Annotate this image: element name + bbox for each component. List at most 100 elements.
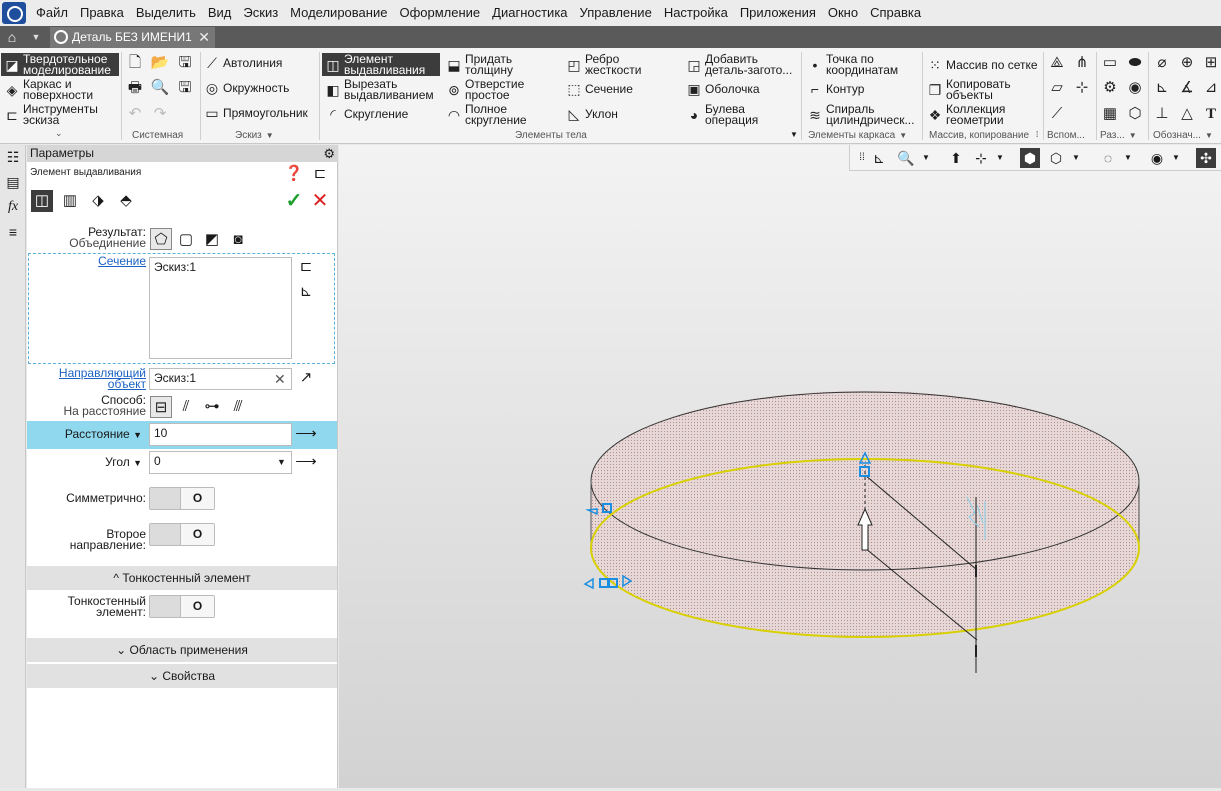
coordinate-system-icon[interactable]: ⊹: [1072, 78, 1092, 98]
zoom-icon[interactable]: 🔍: [896, 148, 916, 168]
tab-list-dropdown-icon[interactable]: ▼: [28, 28, 44, 46]
guide-object-link[interactable]: Направляющий объект: [27, 367, 146, 390]
axis-icon[interactable]: ⋔: [1072, 53, 1092, 73]
result-new-body-icon[interactable]: ▢: [175, 229, 197, 251]
undo-icon[interactable]: ↶: [125, 104, 145, 124]
visibility-dropdown-icon[interactable]: ▼: [1170, 148, 1182, 168]
add-blank-part-button[interactable]: ◲ Добавить деталь-загото...: [686, 53, 792, 76]
mode-frame-surfaces[interactable]: ◈ Каркас и поверхности: [1, 78, 119, 101]
fillet-button[interactable]: ◜ Скругление: [325, 106, 408, 122]
home-icon[interactable]: ⌂: [3, 28, 21, 46]
redo-icon[interactable]: ↷: [150, 104, 170, 124]
distance-field[interactable]: 10: [149, 423, 292, 446]
menu-file[interactable]: Файл: [30, 0, 74, 26]
tree-view-icon[interactable]: ⊏: [309, 163, 331, 185]
circle-button[interactable]: ◎ Окружность: [204, 80, 289, 96]
rectangle-button[interactable]: ▭ Прямоугольник: [204, 105, 307, 121]
menu-view[interactable]: Вид: [202, 0, 238, 26]
thin-wall-toggle[interactable]: O: [149, 595, 215, 618]
roughness-icon[interactable]: ⊥: [1152, 104, 1172, 124]
properties-section-header[interactable]: ⌄ Свойства: [27, 664, 337, 688]
zoom-dropdown-icon[interactable]: ▼: [920, 148, 932, 168]
angle-dimension-icon[interactable]: ∡: [1177, 78, 1197, 98]
thread-icon[interactable]: ⌀: [1152, 53, 1172, 73]
visibility-icon[interactable]: ◉: [1147, 148, 1167, 168]
close-tab-icon[interactable]: ✕: [198, 27, 210, 48]
hide-dropdown-icon[interactable]: ▼: [1122, 148, 1134, 168]
section-button[interactable]: ⬚ Сечение: [566, 81, 633, 97]
group-title-frame[interactable]: Элементы каркаса ▼: [808, 130, 907, 142]
group-title-oboz[interactable]: Обознач... ▼: [1153, 130, 1213, 142]
section-link[interactable]: Сечение: [27, 255, 146, 267]
hide-objects-icon[interactable]: ◌: [1098, 148, 1118, 168]
text-icon[interactable]: T: [1201, 104, 1221, 124]
dimension-icon[interactable]: ⊾: [1152, 78, 1172, 98]
tab-properties[interactable]: ⬘: [115, 190, 137, 212]
new-document-icon[interactable]: 🗋: [125, 53, 145, 73]
method-distance-icon[interactable]: ⊟: [150, 396, 172, 418]
split-face-icon[interactable]: ⚙: [1100, 78, 1120, 98]
split-body-icon[interactable]: ⬬: [1125, 53, 1145, 73]
menu-manage[interactable]: Управление: [574, 0, 658, 26]
cancel-x-icon[interactable]: ✕: [309, 190, 331, 212]
print-icon[interactable]: 🖶: [125, 78, 145, 98]
menu-settings[interactable]: Настройка: [658, 0, 734, 26]
cut-extrude-button[interactable]: ◧ Вырезать выдавливанием: [325, 78, 433, 101]
second-direction-toggle[interactable]: O: [149, 523, 215, 546]
display-mode-dropdown-icon[interactable]: ▼: [1070, 148, 1082, 168]
menu-window[interactable]: Окно: [822, 0, 864, 26]
menu-diagnostics[interactable]: Диагностика: [486, 0, 573, 26]
confirm-checkmark-icon[interactable]: ✓: [283, 190, 305, 212]
method-through-all-icon[interactable]: ⫽: [175, 396, 197, 418]
mode-solid-modeling[interactable]: ◪ Твердотельное моделирование: [1, 53, 119, 76]
aux-line-icon[interactable]: ⟋: [1047, 104, 1067, 124]
variables-fx-icon[interactable]: fx: [4, 198, 22, 216]
sketch-orient-icon[interactable]: ⊾: [869, 148, 889, 168]
angle-label[interactable]: Угол ▼: [27, 456, 142, 469]
angle-direction-arrow-icon[interactable]: ⟶: [295, 451, 317, 473]
axes-icon[interactable]: ⊹: [971, 148, 991, 168]
full-fillet-button[interactable]: ◠ Полное скругление: [446, 103, 527, 126]
boolean-button[interactable]: ◕ Булева операция: [686, 103, 759, 126]
result-union-icon[interactable]: ⬠: [150, 228, 172, 250]
save-icon[interactable]: 🖫: [175, 53, 195, 73]
designation-icon[interactable]: ⊞: [1201, 53, 1221, 73]
draft-button[interactable]: ◺ Уклон: [566, 106, 618, 122]
grid-array-button[interactable]: ⁙ Массив по сетке: [927, 57, 1037, 73]
method-to-vertex-icon[interactable]: ⊶: [201, 396, 223, 418]
point-by-coords-button[interactable]: • Точка по координатам: [807, 53, 899, 76]
leader-icon[interactable]: △: [1177, 104, 1197, 124]
orientation-icon[interactable]: ⬆: [946, 148, 966, 168]
split-icon[interactable]: ▭: [1100, 53, 1120, 73]
helix-button[interactable]: ≋ Спираль цилиндрическ...: [807, 103, 914, 126]
method-to-surface-icon[interactable]: ⫻: [227, 396, 249, 418]
extrude-button[interactable]: ◫ Элемент выдавливания: [322, 53, 440, 76]
copy-objects-button[interactable]: ❐ Копировать объекты: [927, 78, 1011, 101]
thin-wall-section-header[interactable]: ^ Тонкостенный элемент: [27, 566, 337, 590]
menu-sketch[interactable]: Эскиз: [237, 0, 284, 26]
symmetric-toggle[interactable]: O: [149, 487, 215, 510]
menu-apps[interactable]: Приложения: [734, 0, 822, 26]
mode-sketch-tools[interactable]: ⊏ Инструменты эскиза: [1, 103, 119, 126]
shaded-view-icon[interactable]: ⬢: [1020, 148, 1040, 168]
split-grid-icon[interactable]: ▦: [1100, 104, 1120, 124]
orientation-dropdown-icon[interactable]: ▼: [994, 148, 1006, 168]
menu-edit[interactable]: Правка: [74, 0, 130, 26]
guide-object-field[interactable]: Эскиз:1: [149, 368, 292, 390]
result-subtract-icon[interactable]: ◩: [201, 229, 223, 251]
document-tab[interactable]: Деталь БЕЗ ИМЕНИ1 ✕: [50, 27, 215, 48]
autoline-button[interactable]: ⟋ Автолиния: [204, 55, 282, 71]
simple-hole-button[interactable]: ⊚ Отверстие простое: [446, 78, 524, 101]
help-icon[interactable]: ❓: [283, 163, 305, 185]
geometry-collection-button[interactable]: ❖ Коллекция геометрии: [927, 103, 1006, 126]
preview-icon[interactable]: 🔍: [150, 78, 170, 98]
snap-settings-icon[interactable]: ✣: [1196, 148, 1216, 168]
group-title-raz[interactable]: Раз... ▼: [1100, 130, 1137, 142]
plane-icon[interactable]: ⟁: [1047, 53, 1067, 73]
ribbon-expand-icon[interactable]: ⌄: [55, 128, 63, 139]
radius-dimension-icon[interactable]: ⊿: [1201, 78, 1221, 98]
shell-button[interactable]: ▣ Оболочка: [686, 81, 759, 97]
menu-select[interactable]: Выделить: [130, 0, 202, 26]
open-folder-icon[interactable]: 📂: [150, 53, 170, 73]
center-mark-icon[interactable]: ⊕: [1177, 53, 1197, 73]
